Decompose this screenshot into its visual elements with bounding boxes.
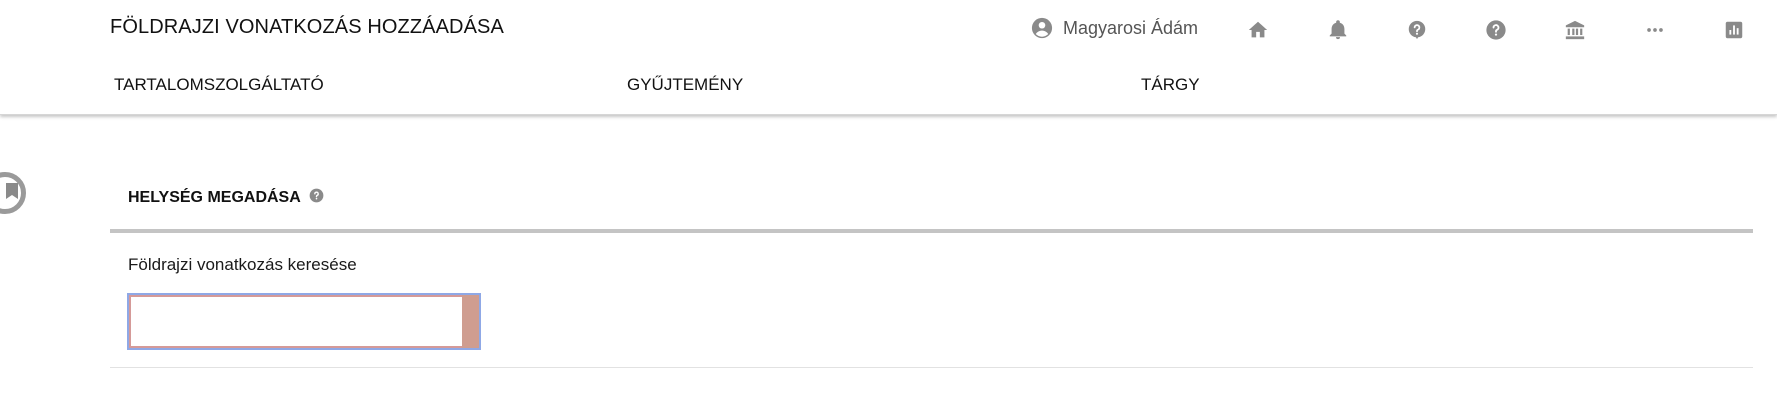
top-bar: FÖLDRAJZI VONATKOZÁS HOZZÁADÁSA Magyaros… bbox=[0, 0, 1777, 115]
user-name: Magyarosi Ádám bbox=[1063, 17, 1199, 38]
account-circle-icon bbox=[1031, 17, 1053, 39]
help-button[interactable] bbox=[1482, 16, 1510, 44]
institution-icon bbox=[1564, 19, 1586, 41]
help-circle-icon bbox=[1485, 19, 1507, 41]
section-title: HELYSÉG MEGADÁSA bbox=[128, 189, 301, 206]
step-provider[interactable]: TARTALOMSZOLGÁLTATÓ bbox=[114, 75, 324, 95]
help-icon[interactable] bbox=[309, 188, 324, 208]
help-bubble-icon bbox=[1406, 19, 1428, 41]
more-button[interactable] bbox=[1641, 16, 1669, 44]
bookmark-icon bbox=[0, 182, 19, 205]
help-chat-button[interactable] bbox=[1403, 16, 1431, 44]
section-divider bbox=[110, 229, 1753, 233]
bookmark-button[interactable] bbox=[0, 172, 26, 214]
user-menu[interactable]: Magyarosi Ádám bbox=[1031, 17, 1198, 39]
step-collection[interactable]: GYŰJTEMÉNY bbox=[627, 75, 743, 95]
content-divider bbox=[110, 367, 1753, 368]
home-icon bbox=[1247, 19, 1269, 41]
location-search-input[interactable] bbox=[129, 295, 462, 348]
input-side-handle bbox=[462, 295, 479, 348]
page-title: FÖLDRAJZI VONATKOZÁS HOZZÁADÁSA bbox=[110, 16, 504, 38]
step-navigation: TARTALOMSZOLGÁLTATÓ GYŰJTEMÉNY TÁRGY bbox=[0, 75, 1777, 99]
report-icon bbox=[1723, 19, 1745, 41]
institution-button[interactable] bbox=[1561, 16, 1589, 44]
more-icon bbox=[1644, 19, 1666, 41]
search-field bbox=[127, 293, 481, 350]
search-label: Földrajzi vonatkozás keresése bbox=[128, 255, 357, 274]
notifications-button[interactable] bbox=[1324, 16, 1352, 44]
bell-icon bbox=[1327, 18, 1349, 42]
section-header: HELYSÉG MEGADÁSA bbox=[128, 188, 324, 208]
step-object[interactable]: TÁRGY bbox=[1141, 75, 1200, 95]
report-button[interactable] bbox=[1720, 16, 1748, 44]
home-button[interactable] bbox=[1244, 16, 1272, 44]
